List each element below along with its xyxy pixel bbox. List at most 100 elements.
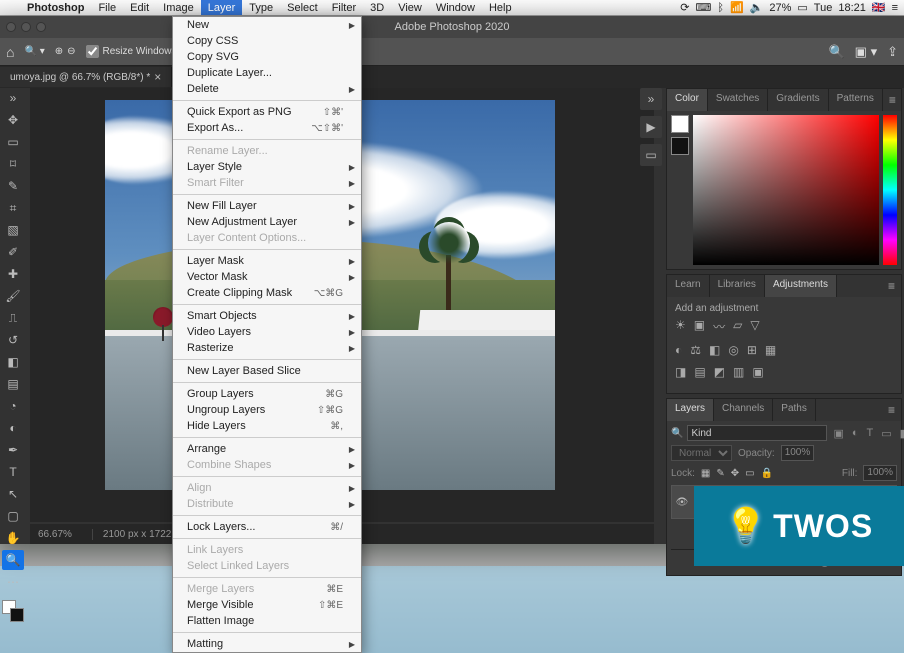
zoom-out-icon[interactable]: ⊖ <box>67 46 75 57</box>
brightness-icon[interactable]: ☀ <box>675 318 686 335</box>
layer-filter-kind[interactable] <box>687 425 827 441</box>
menu-file[interactable]: File <box>91 2 123 14</box>
fill-value[interactable]: 100% <box>863 465 897 481</box>
levels-icon[interactable]: ▣ <box>694 318 705 335</box>
menu-item[interactable]: New Adjustment Layer <box>173 214 361 230</box>
menu-item[interactable]: Hide Layers⌘, <box>173 418 361 434</box>
curves-icon[interactable]: 〰 <box>713 318 725 335</box>
menu-item[interactable]: Vector Mask <box>173 269 361 285</box>
tab-gradients[interactable]: Gradients <box>768 89 828 111</box>
menu-item[interactable]: Flatten Image <box>173 613 361 629</box>
wifi-icon[interactable]: 📶 <box>730 1 744 14</box>
menu-item[interactable]: Arrange <box>173 441 361 457</box>
filter-shape-icon[interactable]: ▭ <box>879 427 893 440</box>
bg-color-swatch[interactable] <box>671 137 689 155</box>
background-swatch[interactable] <box>10 608 24 622</box>
bw-icon[interactable]: ◧ <box>709 343 720 357</box>
zoom-tool-icon[interactable]: 🔍 ▾ <box>24 46 44 57</box>
dodge-tool[interactable]: ◐ <box>2 418 24 438</box>
stamp-tool[interactable]: ⎍ <box>2 308 24 328</box>
chevron-icon[interactable]: » <box>2 88 24 108</box>
marquee-tool[interactable]: ▭ <box>2 132 24 152</box>
eraser-tool[interactable]: ◧ <box>2 352 24 372</box>
menu-item[interactable]: Group Layers⌘G <box>173 386 361 402</box>
battery-icon[interactable]: ▭ <box>797 1 807 14</box>
filter-pixel-icon[interactable]: ▣ <box>831 427 845 440</box>
sync-icon[interactable]: ⟳ <box>680 1 689 14</box>
tab-libraries[interactable]: Libraries <box>710 275 765 297</box>
resize-windows-checkbox[interactable]: Resize Windows <box>86 45 177 58</box>
zoom-in-icon[interactable]: ⊕ <box>55 46 63 57</box>
document-tab[interactable]: umoya.jpg @ 66.7% (RGB/8*) * × <box>0 67 172 87</box>
filter-adjust-icon[interactable]: ◐ <box>850 427 861 439</box>
edit-toolbar-icon[interactable]: ⋯ <box>2 572 24 592</box>
visibility-icon[interactable]: 👁 <box>674 497 690 508</box>
color-balance-icon[interactable]: ⚖ <box>690 343 701 357</box>
tab-learn[interactable]: Learn <box>667 275 710 297</box>
menu-filter[interactable]: Filter <box>325 2 363 14</box>
menu-item[interactable]: Layer Mask <box>173 253 361 269</box>
menu-item[interactable]: Create Clipping Mask⌥⌘G <box>173 285 361 301</box>
history-brush-tool[interactable]: ↺ <box>2 330 24 350</box>
lock-pixels-icon[interactable]: ✎ <box>716 468 724 479</box>
menu-item[interactable]: New Layer Based Slice <box>173 363 361 379</box>
blur-tool[interactable]: ◔ <box>2 396 24 416</box>
zoom-tool[interactable]: 🔍 <box>2 550 24 570</box>
tab-paths[interactable]: Paths <box>773 399 816 421</box>
workspace-icon[interactable]: ▣ ▾ <box>855 44 877 60</box>
move-tool[interactable]: ✥ <box>2 110 24 130</box>
filter-search-icon[interactable]: 🔍 <box>671 428 683 439</box>
photo-filter-icon[interactable]: ◎ <box>728 343 738 357</box>
menu-help[interactable]: Help <box>482 2 519 14</box>
window-titlebar[interactable]: Adobe Photoshop 2020 <box>0 16 904 38</box>
crop-tool[interactable]: ⌗ <box>2 198 24 218</box>
play-icon[interactable]: ▶ <box>640 116 662 138</box>
blend-mode-select[interactable]: Normal <box>671 445 732 461</box>
menu-3d[interactable]: 3D <box>363 2 391 14</box>
color-swatches[interactable] <box>2 600 24 622</box>
tab-color[interactable]: Color <box>667 89 708 111</box>
menu-item[interactable]: Export As...⌥⇧⌘' <box>173 120 361 136</box>
menu-item[interactable]: Ungroup Layers⇧⌘G <box>173 402 361 418</box>
color-lookup-icon[interactable]: ▦ <box>765 343 776 357</box>
hue-icon[interactable]: ◐ <box>675 343 682 357</box>
search-icon[interactable]: 🔍 <box>828 44 844 60</box>
menu-view[interactable]: View <box>391 2 429 14</box>
menu-item[interactable]: Copy CSS <box>173 33 361 49</box>
filter-type-icon[interactable]: T <box>865 427 876 439</box>
menu-item[interactable]: New <box>173 17 361 33</box>
threshold-icon[interactable]: ◩ <box>714 365 725 379</box>
expand-panels-icon[interactable]: » <box>640 88 662 110</box>
menu-select[interactable]: Select <box>280 2 325 14</box>
menu-item[interactable]: Matting <box>173 636 361 652</box>
gradient-map-icon[interactable]: ▥ <box>733 365 744 379</box>
keyboard-icon[interactable]: ⌨ <box>695 1 711 14</box>
path-select-tool[interactable]: ↖ <box>2 484 24 504</box>
menu-edit[interactable]: Edit <box>123 2 156 14</box>
close-tab-icon[interactable]: × <box>154 70 161 84</box>
type-tool[interactable]: T <box>2 462 24 482</box>
panel-menu-icon[interactable]: ≡ <box>882 275 901 297</box>
tab-patterns[interactable]: Patterns <box>829 89 883 111</box>
hand-tool[interactable]: ✋ <box>2 528 24 548</box>
menubar-extra-icon[interactable]: ≡ <box>892 2 898 14</box>
menu-item[interactable]: Delete <box>173 81 361 97</box>
home-button[interactable]: ⌂ <box>6 44 14 60</box>
lasso-tool[interactable]: ⌑ <box>2 154 24 174</box>
lock-artboard-icon[interactable]: ▭ <box>745 468 754 479</box>
channel-mixer-icon[interactable]: ⊞ <box>747 343 757 357</box>
panel-menu-icon[interactable]: ≡ <box>882 399 901 421</box>
zoom-button[interactable] <box>36 22 46 32</box>
vibrance-icon[interactable]: ▽ <box>750 318 759 335</box>
menu-item[interactable]: Duplicate Layer... <box>173 65 361 81</box>
lock-trans-icon[interactable]: ▦ <box>701 468 710 479</box>
minimize-button[interactable] <box>21 22 31 32</box>
history-icon[interactable]: ▭ <box>640 144 662 166</box>
tab-layers[interactable]: Layers <box>667 399 714 421</box>
menu-item[interactable]: Lock Layers...⌘/ <box>173 519 361 535</box>
menu-image[interactable]: Image <box>156 2 201 14</box>
exposure-icon[interactable]: ▱ <box>733 318 742 335</box>
posterize-icon[interactable]: ▤ <box>694 365 705 379</box>
bluetooth-icon[interactable]: ᛒ <box>717 2 724 14</box>
quick-select-tool[interactable]: ✎ <box>2 176 24 196</box>
